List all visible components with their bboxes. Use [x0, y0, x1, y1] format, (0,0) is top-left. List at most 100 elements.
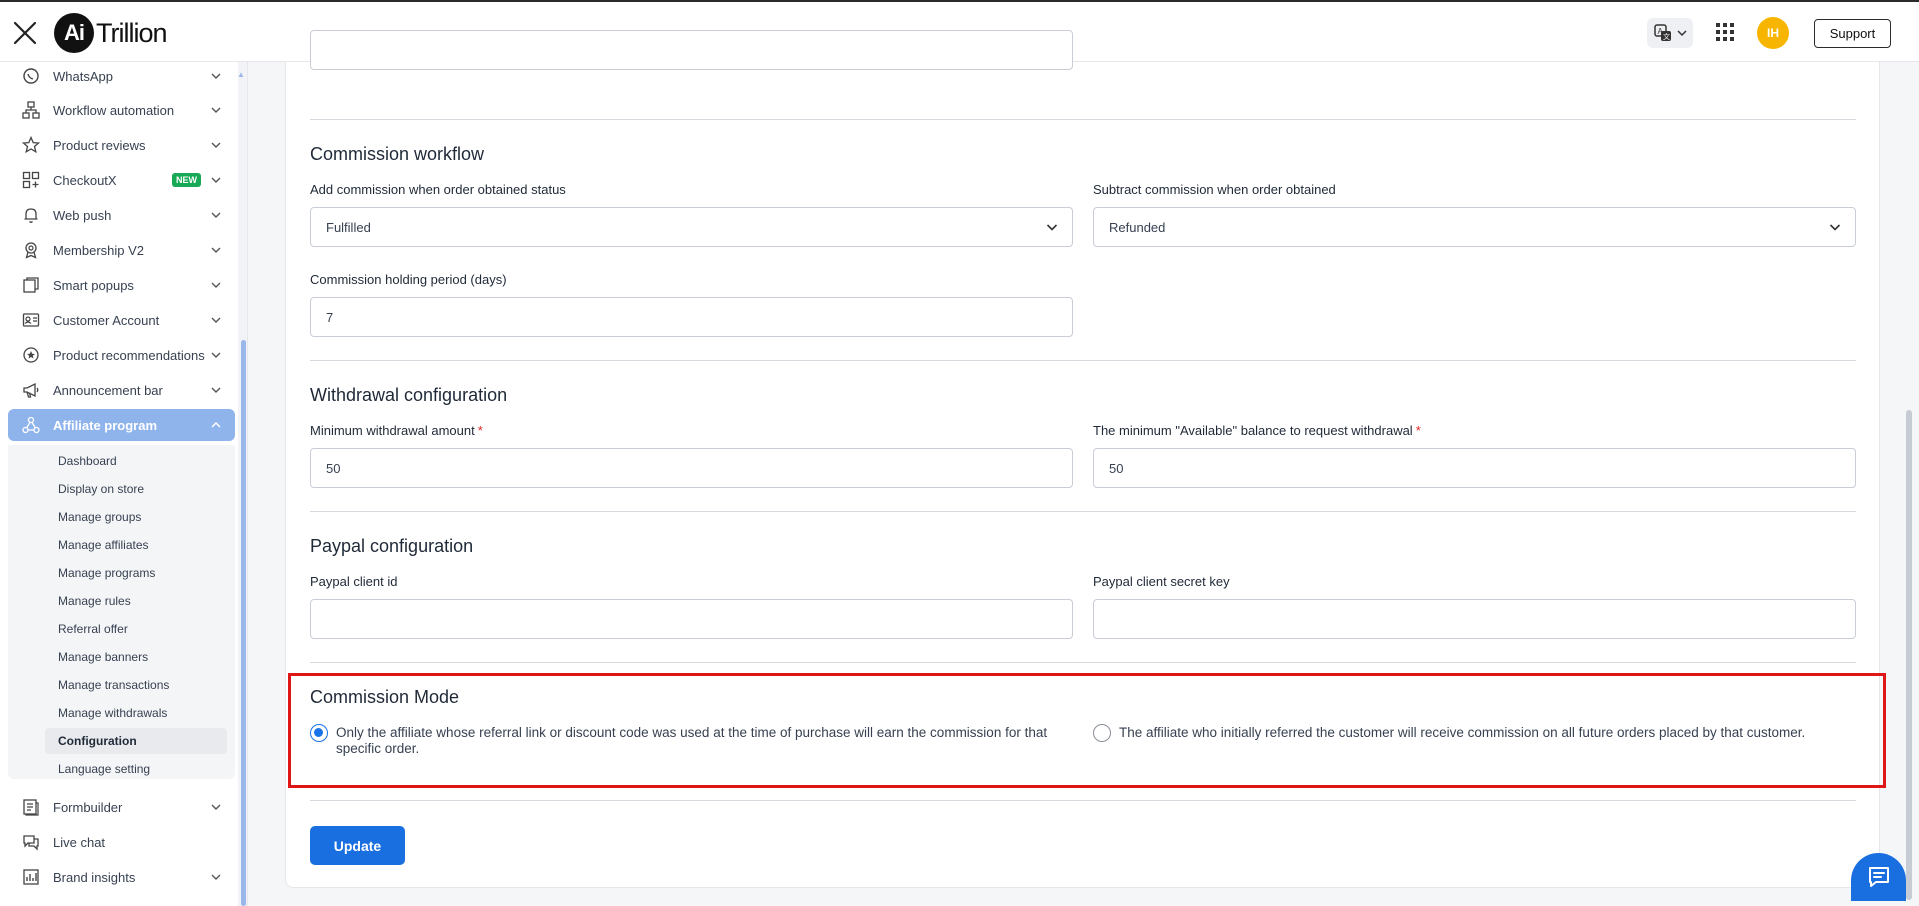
- sidebar-item-checkoutx[interactable]: CheckoutX NEW: [8, 164, 235, 196]
- sidebar-item-customer-account[interactable]: Customer Account: [8, 304, 235, 336]
- chevron-down-icon: [209, 210, 223, 220]
- sidebar-item-label: Announcement bar: [53, 382, 163, 398]
- min-balance-label: The minimum "Available" balance to reque…: [1093, 423, 1421, 438]
- min-withdrawal-input[interactable]: 50: [310, 448, 1073, 488]
- submenu-configuration[interactable]: Configuration: [45, 728, 227, 754]
- chevron-down-icon: [209, 385, 223, 395]
- sidebar-item-product-reviews[interactable]: Product reviews: [8, 129, 235, 161]
- sidebar-item-label: Live chat: [53, 834, 106, 850]
- form-icon: [20, 796, 42, 818]
- commission-mode-option-1[interactable]: Only the affiliate whose referral link o…: [310, 724, 1070, 757]
- paypal-client-id-label: Paypal client id: [310, 574, 398, 589]
- sidebar-item-live-chat[interactable]: Live chat: [8, 826, 235, 858]
- divider: [310, 119, 1856, 120]
- select-value: Refunded: [1109, 219, 1166, 235]
- sidebar-item-label: Affiliate program: [53, 417, 158, 433]
- submenu-manage-rules[interactable]: Manage rules: [45, 588, 227, 614]
- new-badge: NEW: [172, 173, 201, 187]
- sidebar-item-announcement-bar[interactable]: Announcement bar: [8, 374, 235, 406]
- required-mark: *: [477, 423, 483, 438]
- user-avatar[interactable]: IH: [1757, 17, 1789, 49]
- submenu-manage-withdrawals[interactable]: Manage withdrawals: [45, 700, 227, 726]
- min-withdrawal-label: Minimum withdrawal amount *: [310, 423, 483, 438]
- megaphone-icon: [20, 379, 42, 401]
- chevron-down-icon: [209, 280, 223, 290]
- chevron-down-icon: [209, 315, 223, 325]
- support-button[interactable]: Support: [1814, 19, 1891, 48]
- option-label: Only the affiliate whose referral link o…: [336, 725, 1048, 756]
- divider: [310, 360, 1856, 361]
- chevron-down-icon: [1829, 224, 1841, 231]
- commission-mode-title: Commission Mode: [310, 687, 460, 707]
- page-scrollbar-thumb[interactable]: [1906, 410, 1912, 900]
- min-balance-input[interactable]: 50: [1093, 448, 1856, 488]
- submenu-language-setting[interactable]: Language setting: [45, 756, 227, 782]
- bell-icon: [20, 204, 42, 226]
- sidebar-item-brand-insights[interactable]: Brand insights: [8, 861, 235, 893]
- sidebar-item-smart-popups[interactable]: Smart popups: [8, 269, 235, 301]
- logo-text: Trillion: [96, 17, 168, 48]
- scroll-up-arrow-icon[interactable]: ▲: [237, 70, 245, 79]
- submenu-display-on-store[interactable]: Display on store: [45, 476, 227, 502]
- workflow-icon: [20, 99, 42, 121]
- divider: [310, 800, 1856, 801]
- app-logo[interactable]: Ai Trillion: [54, 13, 168, 53]
- sidebar-item-formbuilder[interactable]: Formbuilder: [8, 791, 235, 823]
- chevron-down-icon: [1677, 30, 1687, 37]
- sidebar-item-label: Formbuilder: [53, 799, 123, 815]
- sidebar-scrollbar-thumb[interactable]: [241, 340, 246, 906]
- star-icon: [20, 134, 42, 156]
- sidebar-item-whatsapp[interactable]: WhatsApp: [8, 62, 235, 92]
- logo-mark: Ai: [54, 13, 94, 53]
- checkout-icon: [20, 169, 42, 191]
- sidebar-item-membership-v2[interactable]: Membership V2: [8, 234, 235, 266]
- chevron-down-icon: [209, 350, 223, 360]
- close-icon[interactable]: [12, 20, 38, 46]
- add-commission-status-select[interactable]: Fulfilled: [310, 207, 1073, 247]
- submenu-referral-offer[interactable]: Referral offer: [45, 616, 227, 642]
- insights-icon: [20, 866, 42, 888]
- paypal-configuration-title: Paypal configuration: [310, 536, 474, 556]
- previous-field-input[interactable]: [310, 30, 1073, 70]
- commission-workflow-title: Commission workflow: [310, 144, 485, 164]
- commission-mode-option-2[interactable]: The affiliate who initially referred the…: [1093, 724, 1873, 742]
- radio-button[interactable]: [1093, 724, 1111, 742]
- chevron-down-icon: [209, 802, 223, 812]
- sidebar-item-label: CheckoutX: [53, 172, 117, 188]
- paypal-client-id-input[interactable]: [310, 599, 1073, 639]
- select-value: Fulfilled: [326, 219, 371, 235]
- holding-period-label: Commission holding period (days): [310, 272, 507, 287]
- radio-button-selected[interactable]: [310, 724, 328, 742]
- sidebar-item-label: Membership V2: [53, 242, 145, 258]
- svg-text:文: 文: [1663, 32, 1670, 41]
- update-button[interactable]: Update: [310, 826, 405, 865]
- whatsapp-icon: [20, 65, 42, 87]
- sidebar-item-product-recommendations[interactable]: Product recommendations: [8, 339, 235, 371]
- sidebar-item-label: WhatsApp: [53, 68, 113, 84]
- submenu-manage-groups[interactable]: Manage groups: [45, 504, 227, 530]
- sidebar-item-web-push[interactable]: Web push: [8, 199, 235, 231]
- submenu-dashboard[interactable]: Dashboard: [45, 448, 227, 474]
- live-chat-launcher[interactable]: [1851, 853, 1906, 901]
- sidebar-item-label: Smart popups: [53, 277, 134, 293]
- sidebar-item-label: Brand insights: [53, 869, 136, 885]
- submenu-manage-programs[interactable]: Manage programs: [45, 560, 227, 586]
- holding-period-input[interactable]: 7: [310, 297, 1073, 337]
- submenu-manage-banners[interactable]: Manage banners: [45, 644, 227, 670]
- min-balance-label-text: The minimum "Available" balance to reque…: [1093, 423, 1413, 438]
- language-switcher[interactable]: A文: [1647, 18, 1693, 48]
- subtract-commission-status-select[interactable]: Refunded: [1093, 207, 1856, 247]
- chevron-down-icon: [1046, 224, 1058, 231]
- sidebar-item-label: Product recommendations: [53, 347, 205, 363]
- chevron-up-icon: [209, 420, 223, 430]
- paypal-secret-key-label: Paypal client secret key: [1093, 574, 1230, 589]
- submenu-manage-affiliates[interactable]: Manage affiliates: [45, 532, 227, 558]
- submenu-manage-transactions[interactable]: Manage transactions: [45, 672, 227, 698]
- subtract-commission-label: Subtract commission when order obtained: [1093, 182, 1336, 197]
- paypal-secret-key-input[interactable]: [1093, 599, 1856, 639]
- sidebar-item-workflow-automation[interactable]: Workflow automation: [8, 94, 235, 126]
- sidebar-item-affiliate-program[interactable]: Affiliate program: [8, 409, 235, 441]
- chat-icon: [20, 831, 42, 853]
- affiliate-icon: [20, 414, 42, 436]
- apps-grid-icon[interactable]: [1713, 20, 1737, 44]
